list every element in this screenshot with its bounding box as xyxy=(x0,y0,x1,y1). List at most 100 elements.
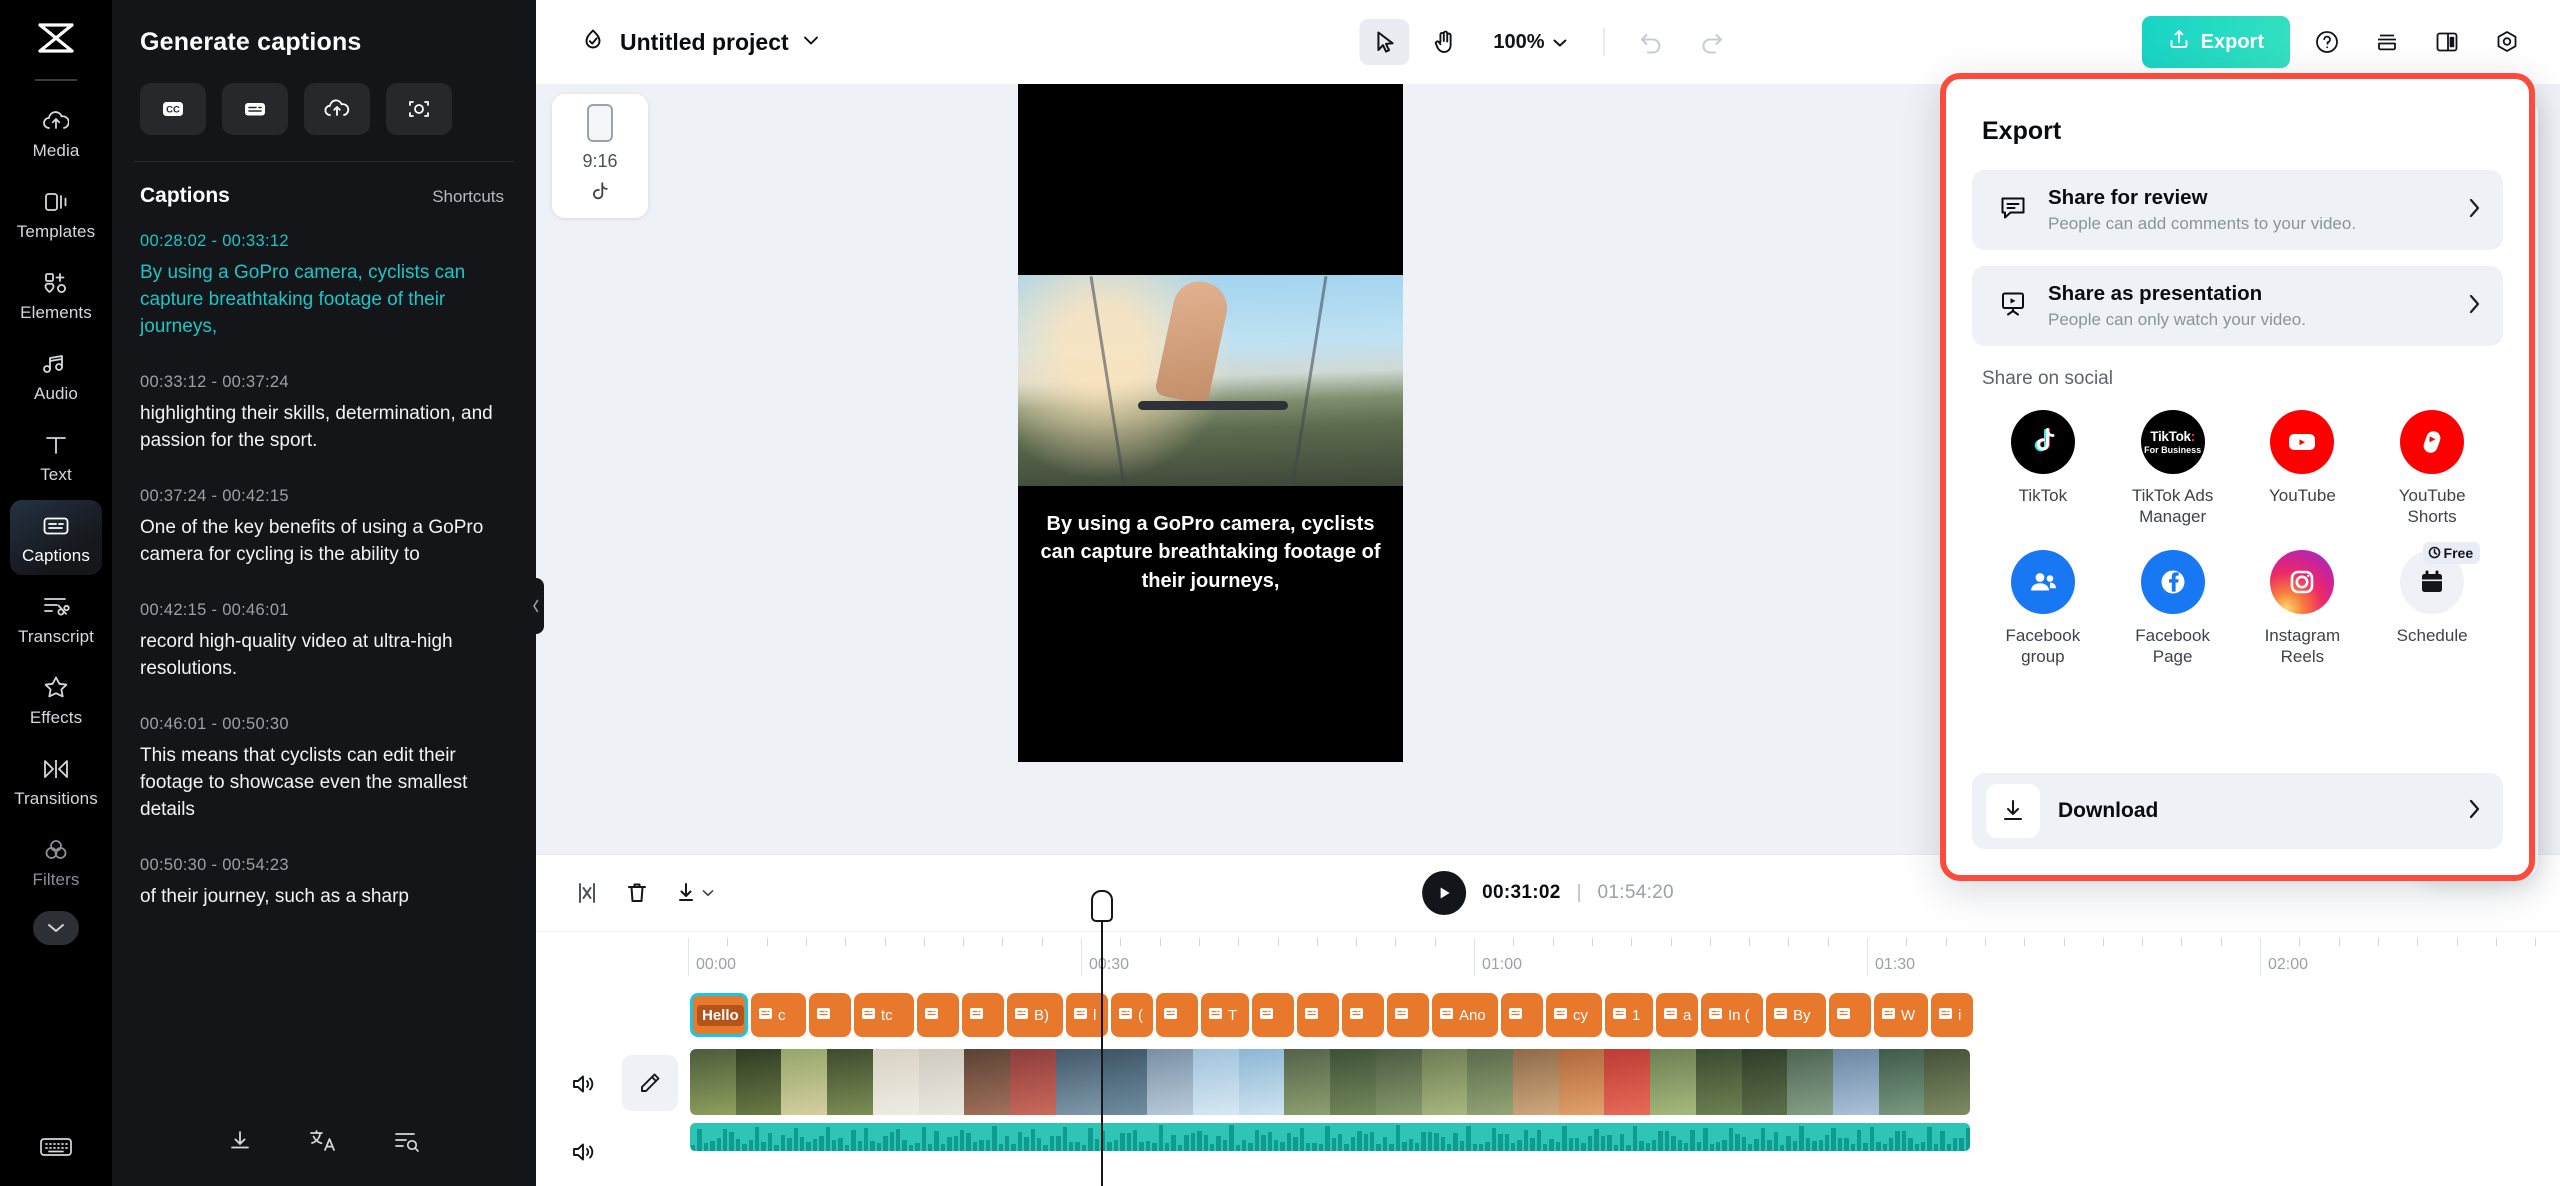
panel-resize-handle[interactable] xyxy=(528,578,544,634)
caption-clip[interactable]: a xyxy=(1656,993,1698,1037)
waveform-bar xyxy=(1882,1143,1887,1151)
free-badge-label: Free xyxy=(2443,544,2474,561)
caption-clip[interactable]: cy xyxy=(1546,993,1602,1037)
video-track-mute-icon[interactable] xyxy=(560,1061,606,1107)
pencil-icon[interactable] xyxy=(622,1055,678,1111)
caption-list-item[interactable]: 00:33:12 - 00:37:24 highlighting their s… xyxy=(140,373,506,455)
caption-clip[interactable]: c xyxy=(751,993,806,1037)
split-icon[interactable] xyxy=(562,870,612,916)
social-youtube[interactable]: YouTube xyxy=(2238,410,2368,528)
tiktok-ads-icon: TikTok: For Business xyxy=(2140,410,2205,474)
waveform-bar xyxy=(1459,1141,1465,1151)
caption-list-item[interactable]: 00:28:02 - 00:33:12 By using a GoPro cam… xyxy=(140,232,506,341)
ruler-minor-tick xyxy=(2063,938,2065,946)
caption-timecode: 00:33:12 - 00:37:24 xyxy=(140,372,289,391)
caption-clip[interactable]: Ano xyxy=(1432,993,1498,1037)
waveform-bar xyxy=(1581,1143,1586,1151)
hand-icon[interactable] xyxy=(1419,19,1469,65)
sidebar-item-media[interactable]: Media xyxy=(10,95,102,170)
social-instagram-reels[interactable]: Instagram Reels xyxy=(2238,549,2368,668)
sidebar-item-audio[interactable]: Audio xyxy=(10,338,102,413)
sidebar-item-transcript[interactable]: Transcript xyxy=(10,581,102,656)
split-view-icon[interactable] xyxy=(2424,19,2470,65)
social-facebook-page[interactable]: Facebook Page xyxy=(2108,549,2238,668)
caption-track[interactable]: Hello c tc B) l (T Ano cy 1 a In (By Wi xyxy=(690,993,1973,1037)
playhead-knob[interactable] xyxy=(1091,890,1113,922)
caption-clip[interactable]: Hello xyxy=(690,993,748,1037)
caption-clip[interactable] xyxy=(1297,993,1339,1037)
audio-track[interactable] xyxy=(690,1123,1970,1151)
keyboard-icon[interactable] xyxy=(39,1135,73,1164)
social-tiktok-ads-manager[interactable]: TikTok: For Business TikTok Ads Manager xyxy=(2108,410,2238,528)
redo-icon[interactable] xyxy=(1687,19,1737,65)
download-captions-icon[interactable] xyxy=(227,1128,253,1159)
caption-clip[interactable] xyxy=(917,993,959,1037)
playhead[interactable] xyxy=(1091,890,1113,1186)
capcut-logo-icon[interactable] xyxy=(36,22,76,59)
search-list-icon[interactable] xyxy=(393,1128,421,1159)
social-youtube-shorts[interactable]: YouTube Shorts xyxy=(2367,410,2497,528)
caption-clip[interactable] xyxy=(1501,993,1543,1037)
waveform-bar xyxy=(812,1138,818,1151)
caption-list-item[interactable]: 00:50:30 - 00:54:23 of their journey, su… xyxy=(140,856,506,911)
waveform-bar xyxy=(934,1131,939,1151)
video-track[interactable] xyxy=(690,1049,1970,1115)
sidebar-item-text[interactable]: Text xyxy=(10,419,102,494)
share-as-presentation-row[interactable]: Share as presentation People can only wa… xyxy=(1972,266,2503,346)
caption-clip[interactable] xyxy=(1252,993,1294,1037)
sidebar-item-transitions[interactable]: Transitions xyxy=(10,743,102,818)
sidebar-item-templates[interactable]: Templates xyxy=(10,176,102,251)
settings-hex-icon[interactable] xyxy=(2484,19,2530,65)
shortcuts-link[interactable]: Shortcuts xyxy=(432,187,504,207)
social-facebook-group[interactable]: Facebook group xyxy=(1978,549,2108,668)
caption-list-item[interactable]: 00:46:01 - 00:50:30 This means that cycl… xyxy=(140,715,506,824)
cc-icon-button[interactable]: CC xyxy=(140,83,206,135)
help-circle-icon[interactable] xyxy=(2304,19,2350,65)
caption-clip[interactable] xyxy=(962,993,1004,1037)
caption-clip[interactable]: By xyxy=(1766,993,1826,1037)
audio-track-mute-icon[interactable] xyxy=(560,1129,606,1175)
layers-icon[interactable] xyxy=(2364,19,2410,65)
auto-caption-icon-button[interactable] xyxy=(386,83,452,135)
caption-style-icon-button[interactable] xyxy=(222,83,288,135)
caption-clip[interactable]: i xyxy=(1931,993,1973,1037)
caption-clip[interactable]: tc xyxy=(854,993,914,1037)
timeline-download-dropdown[interactable] xyxy=(662,870,726,916)
cursor-arrow-icon[interactable] xyxy=(1359,19,1410,65)
sidebar-item-effects[interactable]: Effects xyxy=(10,662,102,737)
delete-icon[interactable] xyxy=(612,870,662,916)
undo-icon[interactable] xyxy=(1627,19,1677,65)
share-for-review-row[interactable]: Share for review People can add comments… xyxy=(1972,170,2503,250)
translate-icon[interactable] xyxy=(309,1128,337,1159)
project-name-dropdown[interactable]: Untitled project xyxy=(580,27,819,58)
caption-clip[interactable] xyxy=(1829,993,1871,1037)
caption-list-item[interactable]: 00:37:24 - 00:42:15 One of the key benef… xyxy=(140,487,506,569)
caption-clip[interactable]: T xyxy=(1201,993,1249,1037)
caption-clip[interactable] xyxy=(809,993,851,1037)
caption-clip[interactable]: In ( xyxy=(1701,993,1763,1037)
aspect-ratio-card[interactable]: 9:16 xyxy=(552,94,648,218)
sidebar-more-chevron-down-icon[interactable] xyxy=(33,911,79,945)
caption-clip[interactable] xyxy=(1342,993,1384,1037)
export-button[interactable]: Export xyxy=(2141,16,2290,68)
caption-clip[interactable] xyxy=(1156,993,1198,1037)
captions-list[interactable]: 00:28:02 - 00:33:12 By using a GoPro cam… xyxy=(112,208,536,1100)
social-tiktok[interactable]: TikTok xyxy=(1978,410,2108,528)
social-schedule[interactable]: Free Schedule xyxy=(2367,541,2497,668)
caption-clip[interactable]: W xyxy=(1874,993,1928,1037)
sidebar-item-elements[interactable]: Elements xyxy=(10,257,102,332)
sidebar-item-filters[interactable]: Filters xyxy=(10,824,102,899)
caption-clip[interactable]: 1 xyxy=(1605,993,1653,1037)
zoom-level-dropdown[interactable]: 100% xyxy=(1493,31,1567,54)
caption-list-item[interactable]: 00:42:15 - 00:46:01 record high-quality … xyxy=(140,601,506,683)
download-row[interactable]: Download xyxy=(1972,773,2503,849)
timeline-ruler[interactable]: 00:00 00:30 01:00 01:30 02:00 xyxy=(536,931,2560,981)
cloud-upload-icon-button[interactable] xyxy=(304,83,370,135)
caption-clip[interactable]: B) xyxy=(1007,993,1063,1037)
transitions-icon xyxy=(41,754,71,784)
video-preview[interactable]: By using a GoPro camera, cyclists can ca… xyxy=(1018,78,1403,762)
caption-clip[interactable]: ( xyxy=(1111,993,1153,1037)
sidebar-item-captions[interactable]: Captions xyxy=(10,500,102,575)
play-button[interactable] xyxy=(1422,871,1467,915)
caption-clip[interactable] xyxy=(1387,993,1429,1037)
